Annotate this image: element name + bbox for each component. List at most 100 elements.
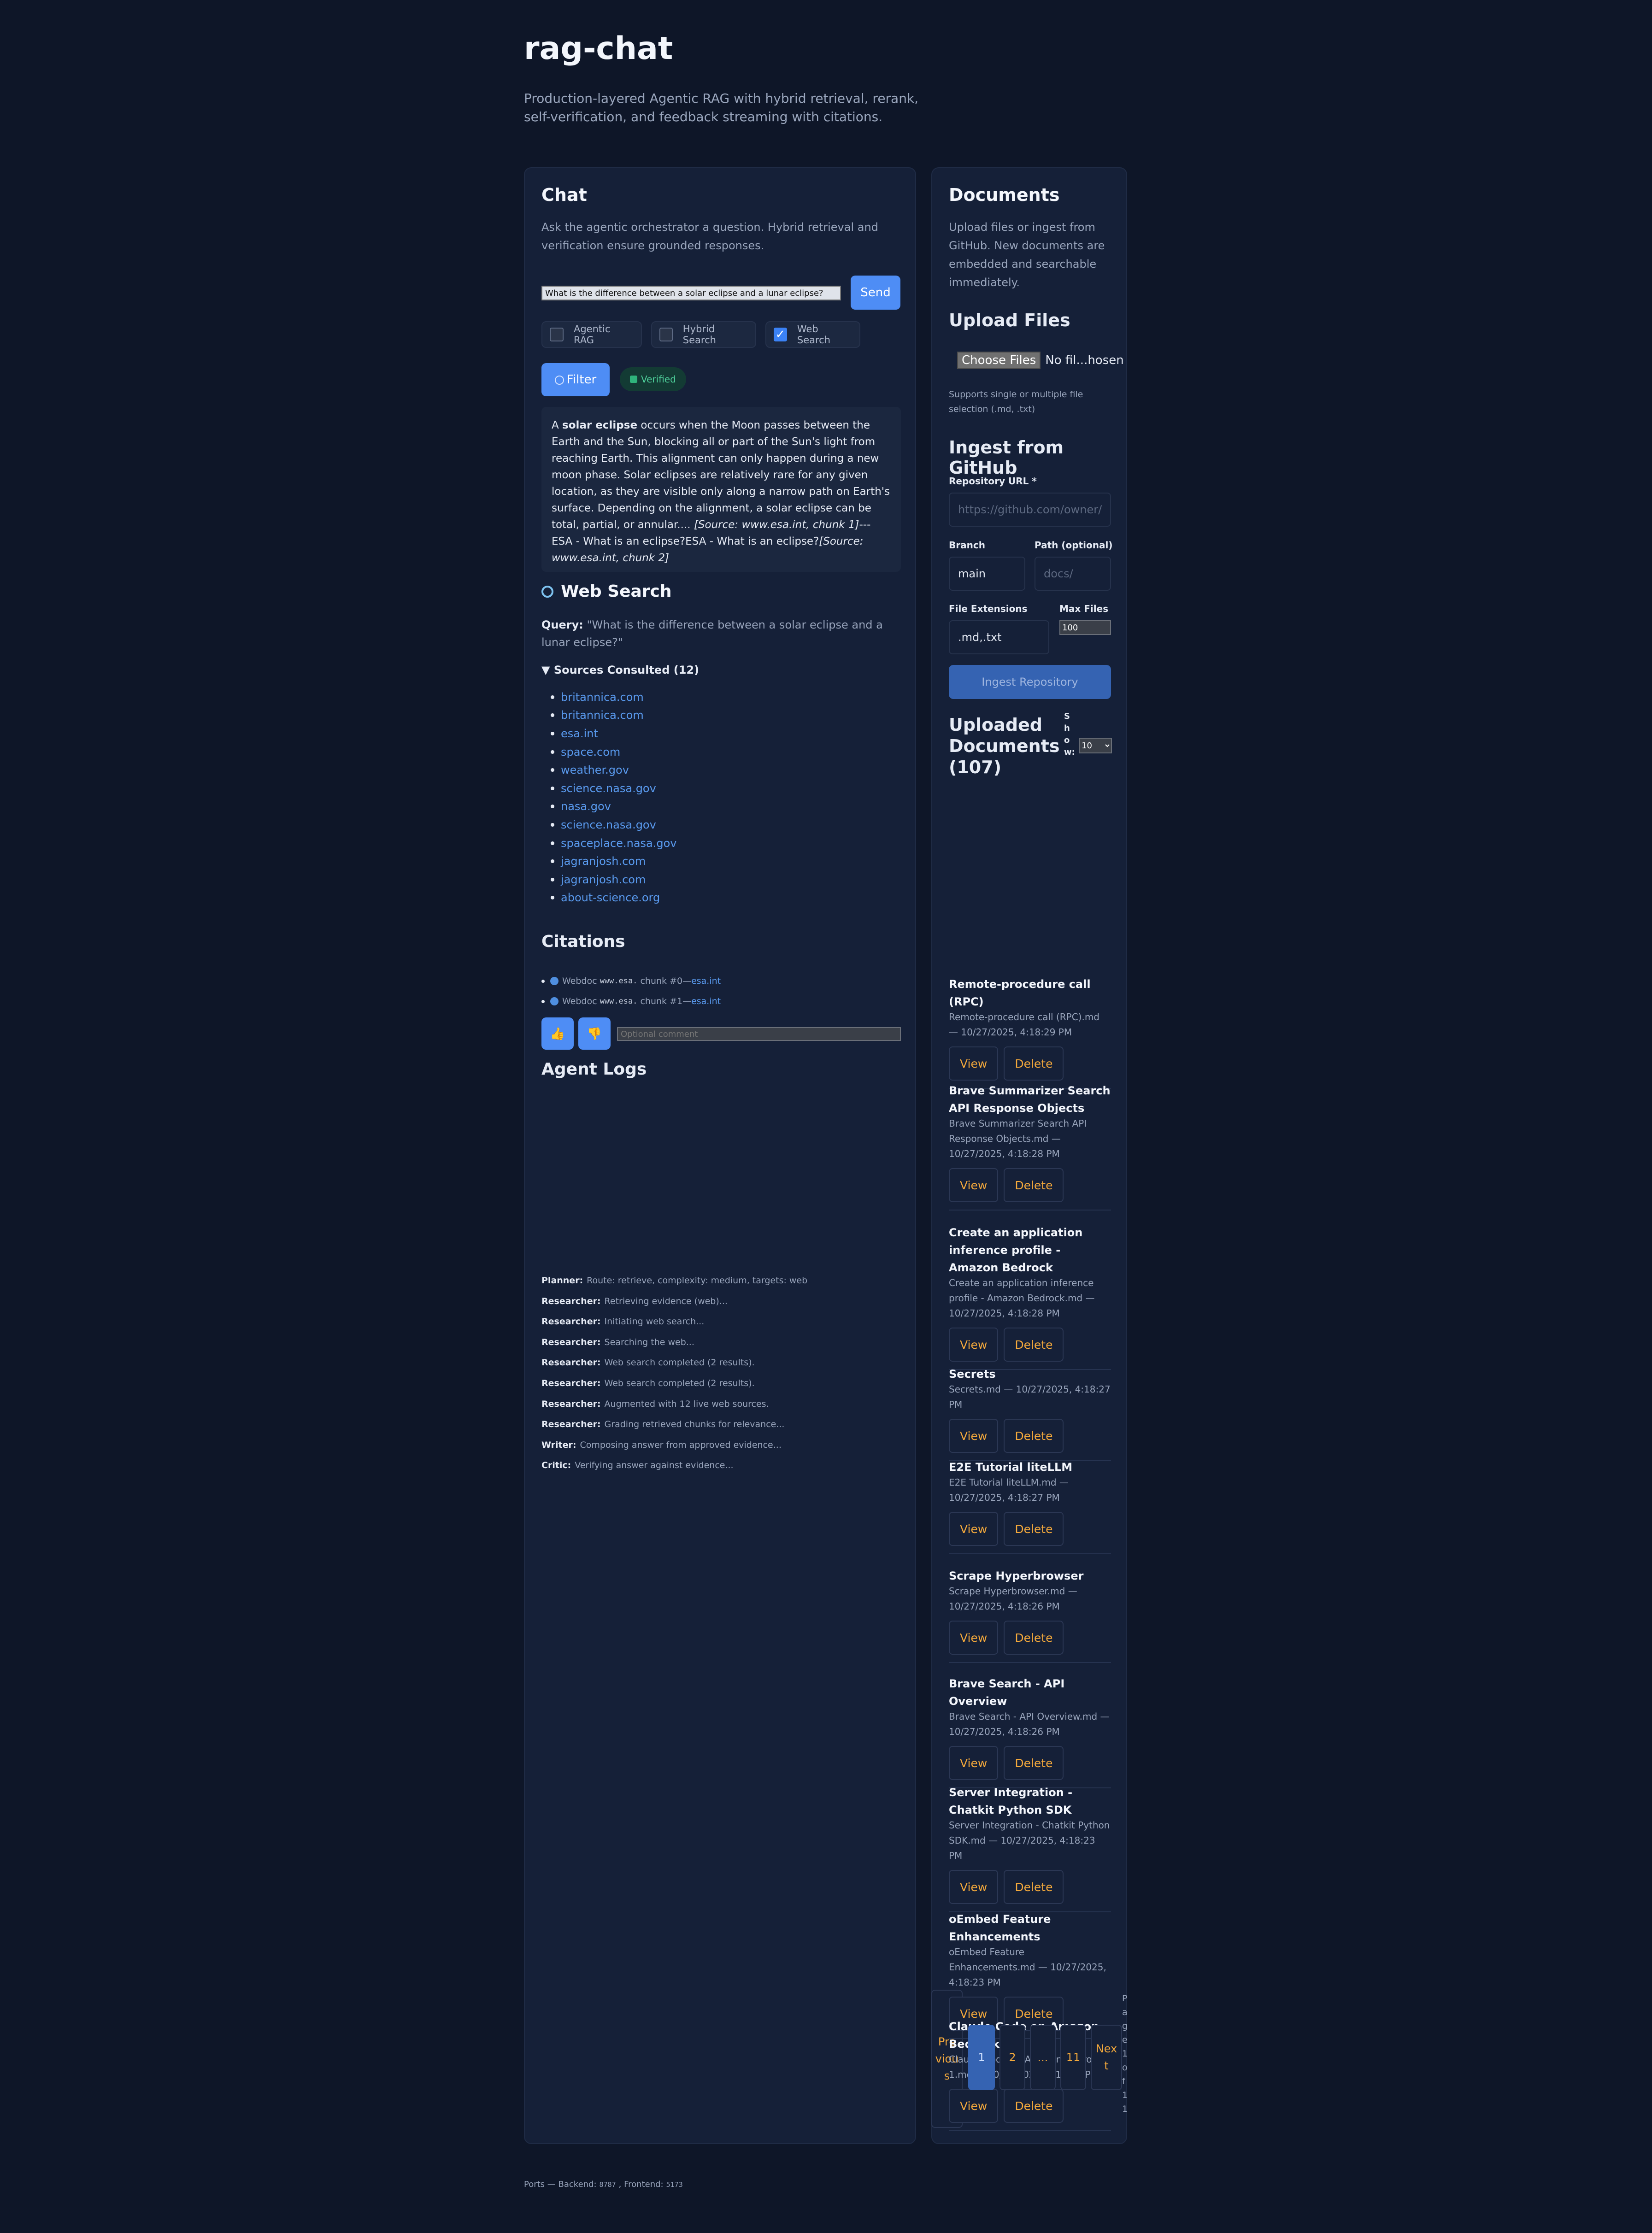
log-entry: Researcher: Web search completed (2 resul… bbox=[541, 1357, 755, 1368]
citation-link[interactable]: esa.int bbox=[691, 996, 721, 1006]
delete-button[interactable]: Delete bbox=[1004, 2089, 1064, 2123]
source-link[interactable]: jagranjosh.com bbox=[551, 852, 676, 870]
document-title: Brave Summarizer Search API Response Obj… bbox=[949, 1084, 1111, 1115]
view-button[interactable]: View bbox=[949, 2089, 999, 2123]
agentic-rag-checkbox[interactable] bbox=[550, 328, 564, 341]
delete-button[interactable]: Delete bbox=[1004, 1746, 1064, 1780]
delete-button[interactable]: Delete bbox=[1004, 1512, 1064, 1546]
source-link[interactable]: britannica.com bbox=[551, 706, 676, 725]
document-meta: Remote-procedure call (RPC).md — 10/27/2… bbox=[949, 1011, 1100, 1038]
page-button-1[interactable]: 1 bbox=[968, 2025, 995, 2090]
thumbs-up-button[interactable]: 👍 bbox=[541, 1017, 574, 1050]
next-page-button[interactable]: Next bbox=[1091, 2025, 1122, 2090]
source-link[interactable]: weather.gov bbox=[551, 761, 676, 779]
question-input[interactable] bbox=[541, 286, 841, 300]
branch-label: Branch bbox=[949, 540, 985, 551]
sources-toggle[interactable]: ▼ Sources Consulted (12) bbox=[541, 664, 699, 676]
log-text: Augmented with 12 live web sources. bbox=[604, 1399, 769, 1409]
citation-link[interactable]: esa.int bbox=[691, 976, 721, 986]
feedback-comment-input[interactable] bbox=[617, 1027, 901, 1041]
toggle-hybrid-search[interactable]: Hybrid Search bbox=[651, 321, 756, 348]
view-button[interactable]: View bbox=[949, 1419, 999, 1453]
log-text: Grading retrieved chunks for relevance..… bbox=[604, 1419, 785, 1430]
source-link[interactable]: nasa.gov bbox=[551, 798, 676, 816]
ingest-repository-button[interactable]: Ingest Repository bbox=[949, 665, 1111, 699]
citation-item: Webdoc www.esa. chunk #0— esa.int bbox=[541, 976, 721, 986]
choose-files-button[interactable]: Choose Files bbox=[957, 352, 1041, 369]
delete-button[interactable]: Delete bbox=[1004, 1046, 1064, 1081]
extensions-label: File Extensions bbox=[949, 603, 1028, 614]
document-title: Remote-procedure call (RPC) bbox=[949, 978, 1091, 1008]
delete-button[interactable]: Delete bbox=[1004, 1168, 1064, 1202]
web-search-label: Web Search bbox=[797, 323, 831, 346]
web-search-checkbox[interactable]: ✓ bbox=[774, 328, 787, 341]
delete-button[interactable]: Delete bbox=[1004, 1870, 1064, 1904]
path-input[interactable] bbox=[1035, 557, 1111, 591]
delete-button[interactable]: Delete bbox=[1004, 1328, 1064, 1362]
source-link[interactable]: esa.int bbox=[551, 724, 676, 743]
source-link[interactable]: science.nasa.gov bbox=[551, 779, 676, 798]
log-text: Initiating web search... bbox=[604, 1316, 705, 1327]
hybrid-search-checkbox[interactable] bbox=[659, 328, 673, 341]
globe-icon bbox=[554, 376, 564, 385]
log-entry: Researcher: Augmented with 12 live web so… bbox=[541, 1399, 769, 1409]
globe-icon bbox=[550, 997, 559, 1005]
agentic-rag-label: Agentic RAG bbox=[573, 323, 611, 346]
page-size-select[interactable]: 10 bbox=[1079, 738, 1112, 753]
max-files-label: Max Files bbox=[1059, 603, 1109, 614]
thumbs-down-button[interactable]: 👎 bbox=[578, 1017, 611, 1050]
view-button[interactable]: View bbox=[949, 1512, 999, 1546]
source-link[interactable]: jagranjosh.com bbox=[551, 870, 676, 889]
log-text: Retrieving evidence (web)... bbox=[604, 1296, 728, 1306]
log-agent: Researcher: bbox=[541, 1357, 601, 1368]
view-button[interactable]: View bbox=[949, 1621, 999, 1655]
send-button[interactable]: Send bbox=[851, 276, 900, 310]
footer-prefix: Ports — Backend: bbox=[524, 2180, 597, 2189]
document-item: Server Integration - Chatkit Python SDK S… bbox=[949, 1784, 1111, 1912]
backend-port: 8787 bbox=[599, 2180, 616, 2189]
log-entry: Researcher: Grading retrieved chunks for … bbox=[541, 1419, 784, 1429]
answer-body: occurs when the Moon passes between the … bbox=[552, 419, 890, 531]
document-item: E2E Tutorial liteLLM E2E Tutorial liteLLM… bbox=[949, 1458, 1111, 1554]
file-picker[interactable]: Choose Files No fil...hosen bbox=[957, 352, 1124, 369]
source-link[interactable]: spaceplace.nasa.gov bbox=[551, 834, 676, 852]
log-text: Composing answer from approved evidence.… bbox=[580, 1440, 782, 1450]
citation-item: Webdoc www.esa. chunk #1— esa.int bbox=[541, 996, 721, 1006]
repo-url-input[interactable] bbox=[949, 493, 1111, 527]
delete-button[interactable]: Delete bbox=[1004, 1419, 1064, 1453]
view-button[interactable]: View bbox=[949, 1046, 999, 1081]
view-button[interactable]: View bbox=[949, 1870, 999, 1904]
delete-button[interactable]: Delete bbox=[1004, 1621, 1064, 1655]
filter-label: Filter bbox=[566, 373, 597, 387]
answer-prefix: A bbox=[552, 419, 563, 431]
log-entry: Researcher: Initiating web search... bbox=[541, 1316, 704, 1327]
thumbs-down-icon: 👎 bbox=[587, 1026, 602, 1040]
toggle-agentic-rag[interactable]: Agentic RAG bbox=[541, 321, 642, 348]
page-button-2[interactable]: 2 bbox=[999, 2025, 1025, 2090]
github-heading: Ingest from GitHub bbox=[949, 437, 1064, 478]
extensions-input[interactable] bbox=[949, 620, 1049, 654]
view-button[interactable]: View bbox=[949, 1746, 999, 1780]
log-agent: Researcher: bbox=[541, 1337, 601, 1347]
log-text: Web search completed (2 results). bbox=[604, 1357, 755, 1368]
toggle-web-search[interactable]: ✓ Web Search bbox=[765, 321, 860, 348]
document-meta: Brave Summarizer Search API Response Obj… bbox=[949, 1118, 1087, 1159]
globe-icon bbox=[550, 977, 559, 985]
hybrid-search-label: Hybrid Search bbox=[682, 323, 716, 346]
source-link[interactable]: space.com bbox=[551, 743, 676, 761]
max-files-input[interactable] bbox=[1059, 620, 1111, 635]
page-button-4[interactable]: 11 bbox=[1060, 2025, 1086, 2090]
page-button-3[interactable]: ... bbox=[1030, 2025, 1056, 2090]
branch-input[interactable] bbox=[949, 557, 1025, 591]
source-link[interactable]: science.nasa.gov bbox=[551, 816, 676, 834]
show-label: Show: bbox=[1064, 711, 1075, 757]
document-actions: View Delete bbox=[949, 1046, 1111, 1081]
source-link[interactable]: britannica.com bbox=[551, 688, 676, 706]
view-button[interactable]: View bbox=[949, 1328, 999, 1362]
view-button[interactable]: View bbox=[949, 1168, 999, 1202]
source-link[interactable]: about-science.org bbox=[551, 889, 676, 907]
document-actions: View Delete bbox=[949, 1746, 1111, 1780]
page-subtitle: Production-layered Agentic RAG with hybr… bbox=[524, 91, 919, 124]
sources-list: britannica.com britannica.com esa.int space… bbox=[551, 688, 676, 907]
filter-button[interactable]: Filter bbox=[541, 363, 610, 396]
